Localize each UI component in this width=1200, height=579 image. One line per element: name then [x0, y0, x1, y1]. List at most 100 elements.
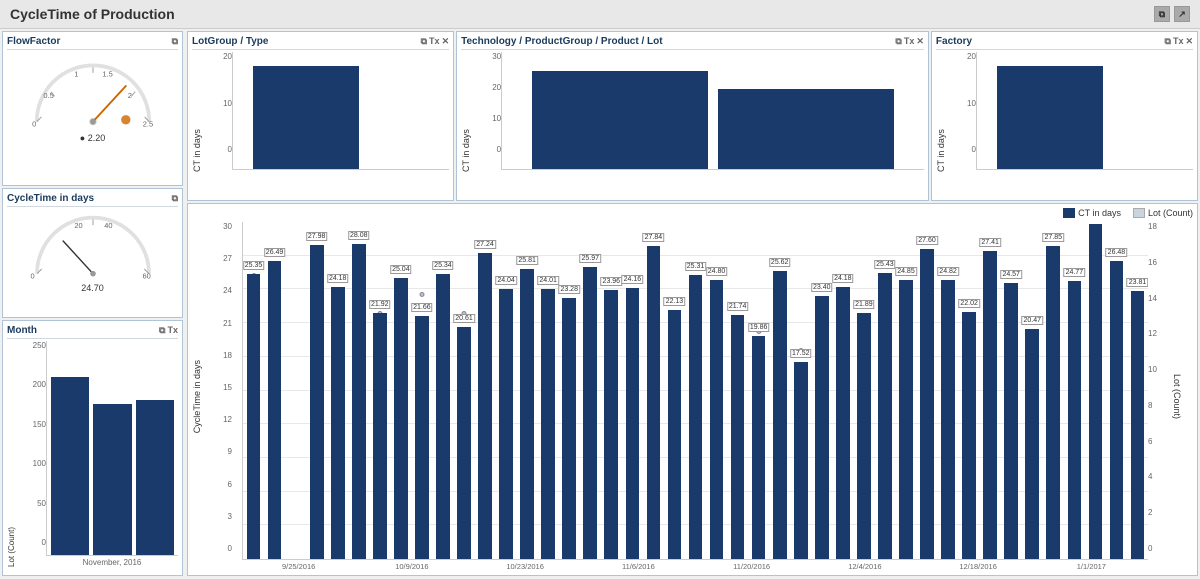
bar-group-35: 27.41 — [980, 222, 1001, 559]
bar-20: 22.13 — [668, 310, 682, 559]
bar-8: 21.66 — [415, 316, 429, 559]
factory-header: Factory ⧉ Tx ✕ — [936, 36, 1193, 50]
title-actions: ⧉ ↗ — [1154, 6, 1190, 22]
bar-group-11: 27.24 — [475, 222, 496, 559]
month-copy-icon[interactable]: ⧉ — [159, 325, 165, 336]
factory-label: Factory — [936, 36, 972, 47]
bar-group-36: 24.57 — [1001, 222, 1022, 559]
bar-22: 24.80 — [710, 280, 724, 559]
svg-text:1: 1 — [74, 70, 78, 79]
bar-group-12: 24.04 — [496, 222, 517, 559]
bar-label-32: 27.60 — [916, 236, 938, 245]
legend-lot-label: Lot (Count) — [1148, 208, 1193, 218]
bar-4: 24.18 — [331, 287, 345, 559]
svg-text:0.5: 0.5 — [43, 91, 53, 100]
bar-label-39: 24.77 — [1064, 268, 1086, 277]
technology-copy-icon[interactable]: ⧉ — [895, 36, 901, 47]
month-widget: Month ⧉ Tx Lot (Count) 0 50 100 150 200 — [2, 320, 183, 576]
flow-factor-header: FlowFactor ⧉ — [7, 36, 178, 50]
lotgroup-filter-icon[interactable]: Tx — [429, 36, 440, 47]
lotgroup-widget: LotGroup / Type ⧉ Tx ✕ CT in days 0 10 2… — [187, 31, 454, 201]
bar-label-26: 17.52 — [790, 349, 812, 358]
bar-17: 23.96 — [604, 290, 618, 559]
factory-ct-label: CT in days — [936, 52, 946, 172]
bar-0: 25.35 — [247, 274, 261, 559]
bar-label-10: 20.61 — [453, 314, 475, 323]
bar-9: 25.34 — [436, 274, 450, 559]
export-icon[interactable]: ↗ — [1174, 6, 1190, 22]
month-bar-1 — [51, 377, 89, 556]
legend-ct-label: CT in days — [1078, 208, 1121, 218]
bar-group-38: 27.85 — [1043, 222, 1064, 559]
legend-ct: CT in days — [1063, 208, 1121, 218]
cycletime-copy-icon[interactable]: ⧉ — [172, 193, 178, 204]
bar-label-4: 24.18 — [327, 274, 349, 283]
top-row: LotGroup / Type ⧉ Tx ✕ CT in days 0 10 2… — [187, 31, 1198, 201]
technology-ct-label: CT in days — [461, 52, 471, 172]
bar-label-9: 25.34 — [432, 261, 454, 270]
bar-group-4: 24.18 — [327, 222, 348, 559]
main-chart-inner: CycleTime in days 0 3 6 9 12 15 18 21 24… — [192, 222, 1193, 571]
month-x-label: November, 2016 — [46, 558, 178, 567]
right-area: LotGroup / Type ⧉ Tx ✕ CT in days 0 10 2… — [185, 29, 1200, 578]
bar-36: 24.57 — [1004, 283, 1018, 559]
bar-label-12: 24.04 — [495, 276, 517, 285]
svg-text:20: 20 — [74, 221, 82, 230]
lotgroup-copy-icon[interactable]: ⧉ — [421, 36, 427, 47]
technology-y-ticks: 0 10 20 30 — [476, 52, 501, 154]
factory-widget: Factory ⧉ Tx ✕ CT in days 0 10 20 — [931, 31, 1198, 201]
bar-group-0: 25.35 — [243, 222, 264, 559]
legend-lot-box — [1133, 208, 1145, 218]
month-bar-3 — [136, 400, 174, 555]
bar-label-19: 27.84 — [643, 233, 665, 242]
bar-group-14: 24.01 — [538, 222, 559, 559]
bar-group-1: 26.49 — [264, 222, 285, 559]
bar-group-5: 28.08 — [348, 222, 369, 559]
bar-14: 24.01 — [541, 289, 555, 559]
cycletime-header: CycleTime in days ⧉ — [7, 193, 178, 207]
bar-label-34: 22.02 — [958, 299, 980, 308]
factory-copy-icon[interactable]: ⧉ — [1165, 36, 1171, 47]
svg-text:1.5: 1.5 — [102, 70, 112, 79]
factory-bar — [997, 66, 1103, 170]
bar-group-21: 25.31 — [685, 222, 706, 559]
technology-x-icon[interactable]: ✕ — [916, 36, 924, 47]
factory-filter-icon[interactable]: Tx — [1173, 36, 1184, 47]
bar-label-16: 25.97 — [580, 254, 602, 263]
cycletime-gauge: 0 20 40 60 24.70 — [7, 209, 178, 299]
bar-group-16: 25.97 — [580, 222, 601, 559]
factory-y-ticks: 0 10 20 — [951, 52, 976, 154]
lotgroup-header: LotGroup / Type ⧉ Tx ✕ — [192, 36, 449, 50]
bar-12: 24.04 — [499, 289, 513, 559]
svg-text:2: 2 — [127, 91, 131, 100]
bar-label-28: 24.18 — [832, 274, 854, 283]
bar-group-23: 21.74 — [727, 222, 748, 559]
bar-10: 20.61 — [457, 327, 471, 559]
cycletime-gauge-svg: 0 20 40 60 — [13, 213, 173, 283]
bar-label-21: 25.31 — [685, 262, 707, 271]
bar-group-26: 17.52 — [790, 222, 811, 559]
flow-factor-copy-icon[interactable]: ⧉ — [172, 36, 178, 47]
factory-bars — [976, 52, 1193, 170]
factory-x-icon[interactable]: ✕ — [1185, 36, 1193, 47]
bar-29: 21.89 — [857, 313, 871, 559]
main-bars-area: 25.3526.4927.9824.1828.0821.9225.0421.66… — [242, 222, 1148, 560]
technology-chart: CT in days 0 10 20 30 — [461, 52, 924, 172]
factory-chart: CT in days 0 10 20 — [936, 52, 1193, 172]
technology-filter-icon[interactable]: Tx — [904, 36, 915, 47]
bar-5: 28.08 — [352, 244, 366, 559]
bar-group-17: 23.96 — [601, 222, 622, 559]
flow-factor-label: FlowFactor — [7, 36, 60, 47]
copy-icon[interactable]: ⧉ — [1154, 6, 1170, 22]
page-title: CycleTime of Production ⧉ ↗ — [0, 0, 1200, 29]
bar-34: 22.02 — [962, 312, 976, 559]
bar-group-22: 24.80 — [706, 222, 727, 559]
month-filter-icon[interactable]: Tx — [167, 325, 178, 336]
bar-label-15: 23.28 — [558, 285, 580, 294]
lotgroup-x-icon[interactable]: ✕ — [442, 36, 450, 47]
bar-label-30: 25.43 — [874, 260, 896, 269]
bar-27: 23.40 — [815, 296, 829, 559]
bar-label-11: 27.24 — [474, 240, 496, 249]
bar-19: 27.84 — [647, 246, 661, 559]
bar-23: 21.74 — [731, 315, 745, 559]
